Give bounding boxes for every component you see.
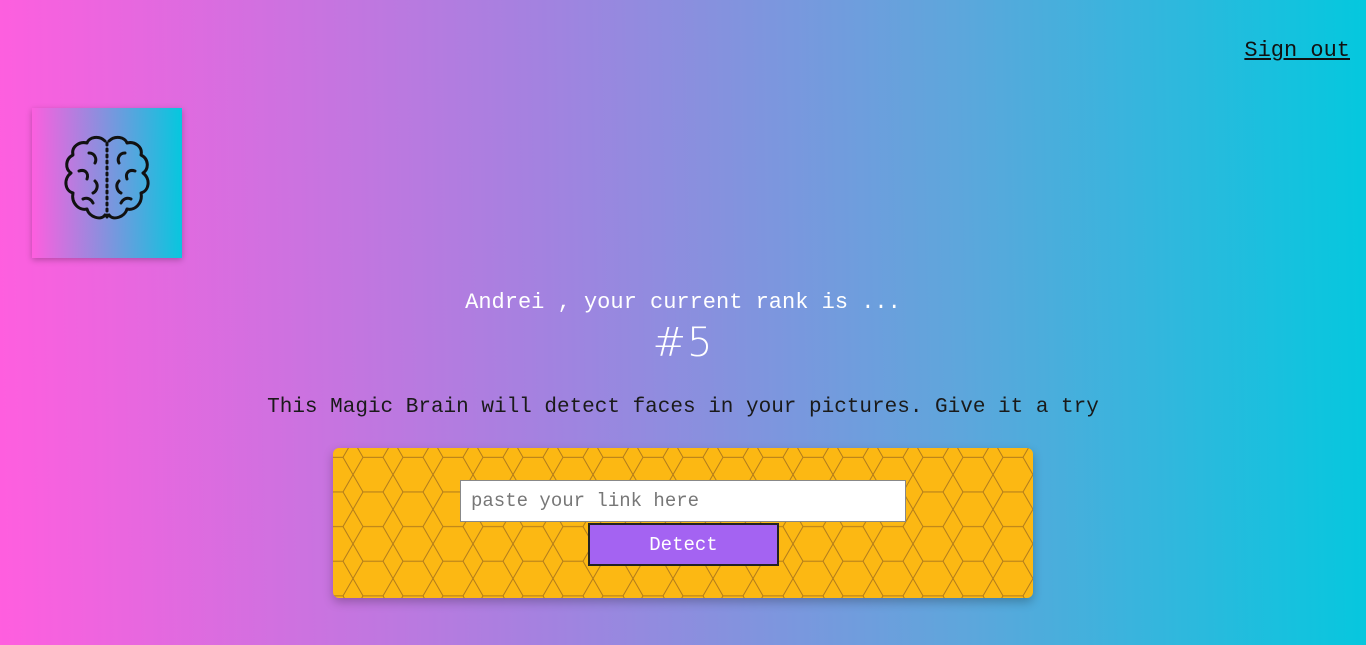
image-link-form: Detect <box>333 448 1033 598</box>
rank-message: Andrei , your current rank is ... <box>465 290 901 315</box>
logo[interactable] <box>32 108 182 258</box>
intro-description: This Magic Brain will detect faces in yo… <box>267 396 1099 419</box>
link-input[interactable] <box>460 480 906 522</box>
detect-button[interactable]: Detect <box>588 523 779 566</box>
brain-icon <box>64 135 150 220</box>
sign-out-link[interactable]: Sign out <box>1244 38 1350 63</box>
rank-number: #5 <box>652 320 714 366</box>
